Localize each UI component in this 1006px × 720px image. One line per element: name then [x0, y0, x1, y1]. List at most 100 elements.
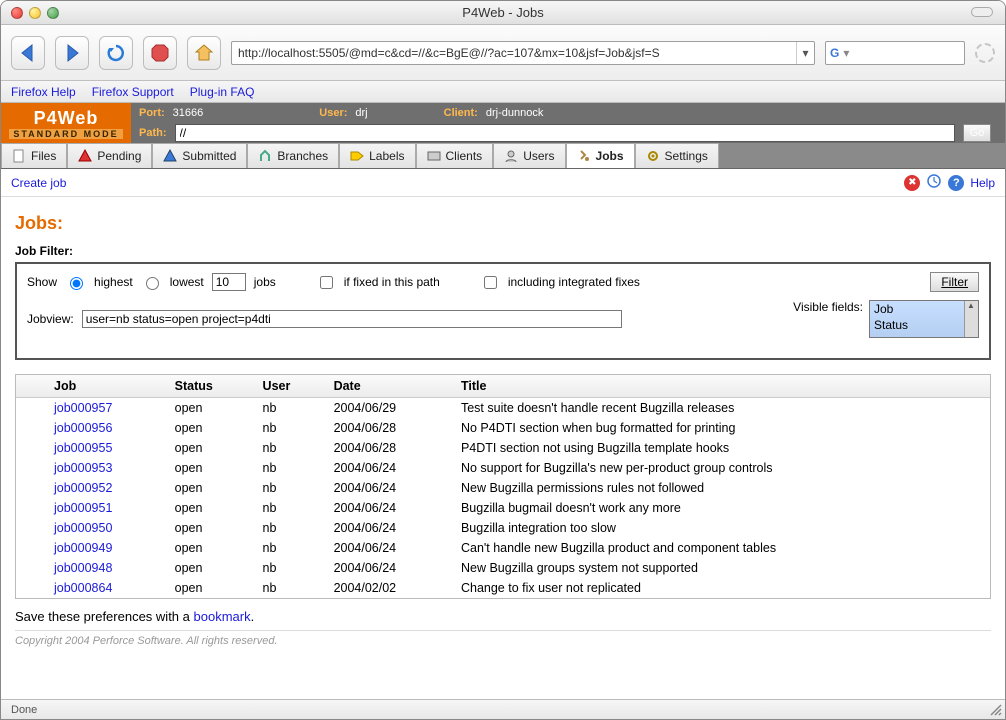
- page-content: Jobs: Job Filter: Show highest lowest jo…: [1, 197, 1005, 653]
- filter-button[interactable]: Filter: [930, 272, 979, 292]
- tab-branches[interactable]: Branches: [247, 143, 339, 168]
- integrated-label: including integrated fixes: [508, 275, 640, 289]
- save-preferences-text: Save these preferences with a bookmark.: [15, 609, 991, 624]
- bookmarks-bar: Firefox Help Firefox Support Plug-in FAQ: [1, 81, 1005, 103]
- highest-label: highest: [94, 275, 133, 289]
- job-status: open: [167, 538, 255, 558]
- integrated-checkbox[interactable]: [484, 276, 497, 289]
- reload-button[interactable]: [99, 36, 133, 70]
- list-item[interactable]: Job: [870, 301, 978, 317]
- job-link[interactable]: job000950: [46, 518, 167, 538]
- address-bar[interactable]: http://localhost:5505/@md=c&cd=//&c=BgE@…: [231, 41, 815, 65]
- throbber-icon: [975, 43, 995, 63]
- bookmark-link-pref[interactable]: bookmark: [194, 609, 251, 624]
- job-link[interactable]: job000952: [46, 478, 167, 498]
- tab-label: Users: [523, 149, 554, 163]
- job-title: No P4DTI section when bug formatted for …: [453, 418, 990, 438]
- tab-clients[interactable]: Clients: [416, 143, 494, 168]
- job-status: open: [167, 578, 255, 598]
- col-job[interactable]: Job: [46, 375, 167, 398]
- tab-files[interactable]: Files: [1, 143, 67, 168]
- job-title: P4DTI section not using Bugzilla templat…: [453, 438, 990, 458]
- lowest-radio[interactable]: [146, 277, 159, 290]
- pending-icon: [78, 149, 92, 163]
- status-bar: Done: [1, 699, 1005, 719]
- tab-labels[interactable]: Labels: [339, 143, 415, 168]
- forward-button[interactable]: [55, 36, 89, 70]
- jobs-table: Job Status User Date Title job000957 open…: [16, 375, 990, 598]
- bookmark-link[interactable]: Firefox Help: [11, 85, 76, 99]
- fixed-checkbox[interactable]: [320, 276, 333, 289]
- job-date: 2004/02/02: [326, 578, 453, 598]
- job-link[interactable]: job000953: [46, 458, 167, 478]
- path-input[interactable]: [175, 124, 956, 142]
- filter-box: Show highest lowest jobs if fixed in thi…: [15, 262, 991, 360]
- help-link[interactable]: Help: [970, 176, 995, 190]
- resize-grip-icon[interactable]: [989, 703, 1003, 717]
- tab-label: Jobs: [596, 149, 624, 163]
- tab-label: Branches: [277, 149, 328, 163]
- create-job-link[interactable]: Create job: [11, 176, 66, 190]
- clients-icon: [427, 149, 441, 163]
- job-link[interactable]: job000956: [46, 418, 167, 438]
- job-status: open: [167, 558, 255, 578]
- job-link[interactable]: job000957: [46, 398, 167, 419]
- table-header-row: Job Status User Date Title: [16, 375, 990, 398]
- toolbar-pill-icon[interactable]: [971, 7, 993, 17]
- search-dropdown-icon[interactable]: ▾: [843, 46, 849, 60]
- job-title: Test suite doesn't handle recent Bugzill…: [453, 398, 990, 419]
- bookmark-link[interactable]: Firefox Support: [92, 85, 174, 99]
- search-box[interactable]: G ▾: [825, 41, 965, 65]
- highest-radio[interactable]: [70, 277, 83, 290]
- url-text: http://localhost:5505/@md=c&cd=//&c=BgE@…: [232, 46, 796, 60]
- user-value: drj: [355, 107, 367, 119]
- count-input[interactable]: [212, 273, 246, 291]
- cancel-icon[interactable]: ✖: [904, 175, 920, 191]
- visible-fields-list[interactable]: Job Status: [869, 300, 979, 338]
- tab-label: Files: [31, 149, 56, 163]
- tab-jobs[interactable]: Jobs: [566, 143, 635, 168]
- jobs-table-wrap: Job Status User Date Title job000957 open…: [15, 374, 991, 599]
- job-link[interactable]: job000951: [46, 498, 167, 518]
- tab-users[interactable]: Users: [493, 143, 565, 168]
- table-row: job000950opennb2004/06/24Bugzilla integr…: [16, 518, 990, 538]
- jobview-label: Jobview:: [27, 312, 74, 326]
- client-label: Client:: [444, 107, 478, 119]
- job-title: Bugzilla integration too slow: [453, 518, 990, 538]
- job-link[interactable]: job000948: [46, 558, 167, 578]
- job-date: 2004/06/29: [326, 398, 453, 419]
- p4web-logo: P4Web STANDARD MODE: [1, 103, 131, 143]
- tab-label: Labels: [369, 149, 404, 163]
- job-link[interactable]: job000949: [46, 538, 167, 558]
- scrollbar-icon[interactable]: [964, 301, 978, 337]
- tab-label: Clients: [446, 149, 483, 163]
- bookmark-link[interactable]: Plug-in FAQ: [190, 85, 255, 99]
- job-user: nb: [255, 538, 326, 558]
- col-title[interactable]: Title: [453, 375, 990, 398]
- job-user: nb: [255, 418, 326, 438]
- help-icon[interactable]: ?: [948, 175, 964, 191]
- col-date[interactable]: Date: [326, 375, 453, 398]
- table-row: job000952opennb2004/06/24New Bugzilla pe…: [16, 478, 990, 498]
- go-button[interactable]: Go: [963, 124, 991, 142]
- col-status[interactable]: Status: [167, 375, 255, 398]
- back-button[interactable]: [11, 36, 45, 70]
- url-dropdown-icon[interactable]: ▾: [796, 42, 814, 64]
- jobview-input[interactable]: [82, 310, 622, 328]
- tab-label: Submitted: [182, 149, 236, 163]
- branches-icon: [258, 149, 272, 163]
- job-user: nb: [255, 578, 326, 598]
- home-button[interactable]: [187, 36, 221, 70]
- tab-pending[interactable]: Pending: [67, 143, 152, 168]
- tab-settings[interactable]: Settings: [635, 143, 719, 168]
- show-label: Show: [27, 275, 57, 289]
- files-icon: [12, 149, 26, 163]
- list-item[interactable]: Status: [870, 317, 978, 333]
- stop-button[interactable]: [143, 36, 177, 70]
- clock-icon[interactable]: [926, 173, 942, 192]
- job-link[interactable]: job000955: [46, 438, 167, 458]
- job-status: open: [167, 458, 255, 478]
- job-link[interactable]: job000864: [46, 578, 167, 598]
- col-user[interactable]: User: [255, 375, 326, 398]
- tab-submitted[interactable]: Submitted: [152, 143, 247, 168]
